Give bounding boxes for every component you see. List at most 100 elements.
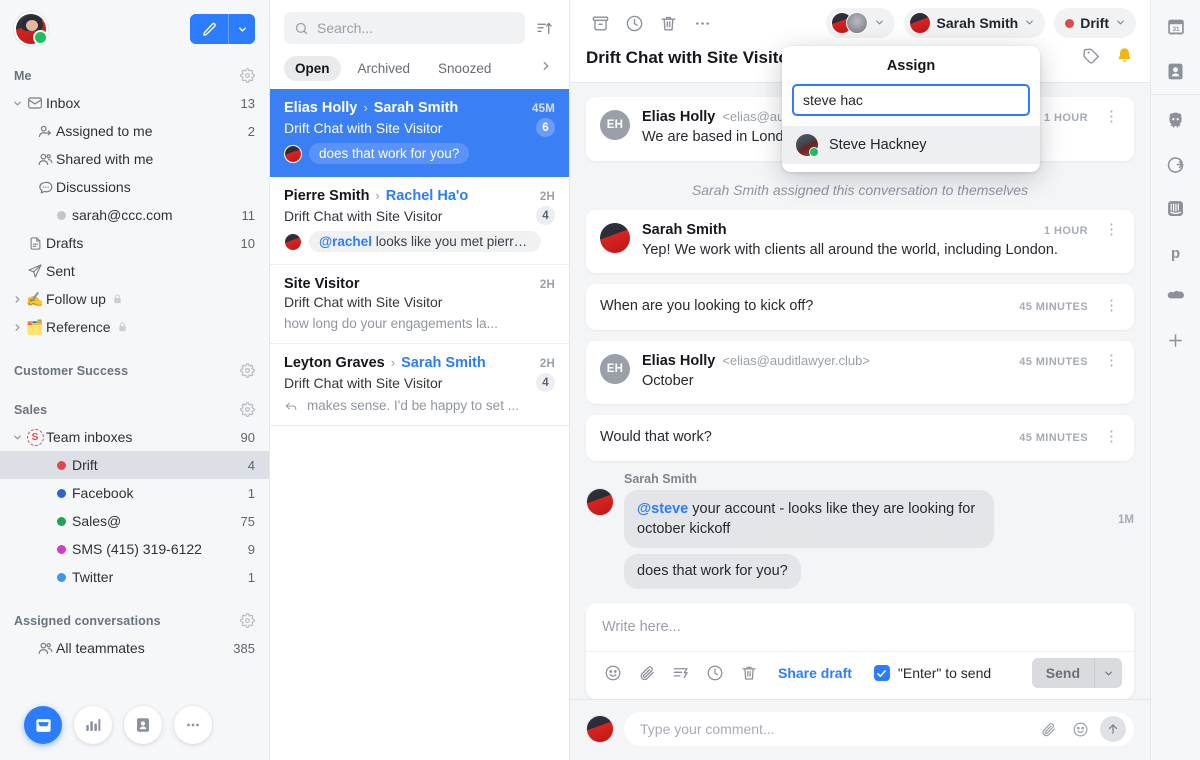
analytics-dock-button[interactable] <box>74 706 112 744</box>
sort-button[interactable] <box>533 17 555 39</box>
discard-button[interactable] <box>734 658 764 688</box>
conversation-participants: Elias Holly › Sarah Smith 45M <box>284 100 555 116</box>
participants-pill[interactable] <box>826 8 895 38</box>
sidebar-item-discussions[interactable]: Discussions <box>0 173 269 201</box>
conversation-arrow: › <box>391 355 395 370</box>
message-card[interactable]: EH Elias Holly <elias@auditlawyer.club> … <box>586 341 1134 405</box>
archive-button[interactable] <box>584 7 616 39</box>
compose-dropdown-button[interactable] <box>228 14 255 44</box>
list-tabs: Open Archived Snoozed <box>270 50 569 89</box>
gear-icon[interactable] <box>240 402 255 417</box>
intercom-icon <box>1165 198 1186 219</box>
compose-button[interactable] <box>190 14 228 44</box>
sidebar-item-shared-with-me[interactable]: Shared with me <box>0 145 269 173</box>
tab-snoozed[interactable]: Snoozed <box>427 56 502 81</box>
tag-button[interactable] <box>1082 46 1101 70</box>
contacts-dock-button[interactable] <box>124 706 162 744</box>
tab-open[interactable]: Open <box>284 56 341 81</box>
greenhouse-button[interactable] <box>1161 149 1191 179</box>
sidebar-item-team-inboxes[interactable]: S Team inboxes 90 <box>0 423 269 451</box>
conversation-list-item-3[interactable]: Site Visitor 2H Drift Chat with Site Vis… <box>270 265 569 344</box>
composer-input[interactable]: Write here... <box>586 603 1134 651</box>
sidebar-item-sales-at[interactable]: Sales@ 75 <box>0 507 269 535</box>
sidebar-item-drift[interactable]: Drift 4 <box>0 451 269 479</box>
sidebar-item-sent[interactable]: Sent <box>0 257 269 285</box>
snooze-button[interactable] <box>618 7 650 39</box>
internal-comment[interactable]: Sarah Smith @steve your account - looks … <box>586 472 1134 595</box>
send-options-button[interactable] <box>1094 658 1122 688</box>
sidebar-item-facebook[interactable]: Facebook 1 <box>0 479 269 507</box>
inbox-dock-button[interactable] <box>24 706 62 744</box>
more-dock-button[interactable] <box>174 706 212 744</box>
comment-emoji-button[interactable] <box>1068 717 1092 741</box>
conversation-list-item-2[interactable]: Pierre Smith › Rachel Ha'o 2H Drift Chat… <box>270 177 569 265</box>
schedule-button[interactable] <box>700 658 730 688</box>
inbox-pill[interactable]: Drift <box>1054 8 1136 38</box>
emoji-button[interactable] <box>598 658 628 688</box>
system-message: Sarah Smith assigned this conversation t… <box>586 172 1134 210</box>
message-card[interactable]: Sarah Smith 1 HOUR ⋮ Yep! We work with c… <box>586 210 1134 274</box>
comment-send-button[interactable] <box>1100 716 1126 742</box>
attachment-button[interactable] <box>632 658 662 688</box>
message-card[interactable]: Would that work? 45 MINUTES ⋮ <box>586 415 1134 461</box>
add-integration-button[interactable] <box>1161 325 1191 355</box>
calendar-button[interactable]: 31 <box>1161 12 1191 42</box>
pipedrive-button[interactable]: p <box>1161 237 1191 267</box>
salesforce-button[interactable] <box>1161 281 1191 311</box>
message-menu-button[interactable]: ⋮ <box>1095 353 1120 368</box>
trash-button[interactable] <box>652 7 684 39</box>
chevron-down-icon[interactable] <box>10 432 24 443</box>
sidebar-item-label: Team inboxes <box>46 429 233 445</box>
sidebar-item-sms[interactable]: SMS (415) 319-6122 9 <box>0 535 269 563</box>
message-menu-button[interactable]: ⋮ <box>1095 298 1120 313</box>
chevron-right-icon[interactable] <box>10 294 24 305</box>
conversation-list-item-1[interactable]: Elias Holly › Sarah Smith 45M Drift Chat… <box>270 89 569 177</box>
contact-card-button[interactable] <box>1161 56 1191 86</box>
tab-archived[interactable]: Archived <box>347 56 422 81</box>
message-menu-button[interactable]: ⋮ <box>1095 222 1120 237</box>
sidebar-item-drafts[interactable]: Drafts 10 <box>0 229 269 257</box>
more-options-button[interactable] <box>686 7 718 39</box>
send-button[interactable]: Send <box>1032 658 1094 688</box>
sidebar-item-twitter[interactable]: Twitter 1 <box>0 563 269 591</box>
comment-input[interactable] <box>640 721 1028 737</box>
sidebar-item-inbox[interactable]: Inbox 13 <box>0 89 269 117</box>
message-card[interactable]: When are you looking to kick off? 45 MIN… <box>586 284 1134 330</box>
enter-to-send-checkbox[interactable] <box>874 665 890 681</box>
conversation-list-item-4[interactable]: Leyton Graves › Sarah Smith 2H Drift Cha… <box>270 344 569 426</box>
sidebar-item-follow-up[interactable]: ✍️ Follow up <box>0 285 269 313</box>
message-menu-button[interactable]: ⋮ <box>1095 109 1120 124</box>
gear-icon[interactable] <box>240 363 255 378</box>
sidebar-item-sarah-ccc-com[interactable]: sarah@ccc.com 11 <box>0 201 269 229</box>
page-title: Drift Chat with Site Visitor <box>586 48 795 68</box>
search-input[interactable] <box>317 20 515 36</box>
gear-icon[interactable] <box>240 68 255 83</box>
sidebar-item-reference[interactable]: 🗂️ Reference <box>0 313 269 341</box>
chevron-down-icon[interactable] <box>10 98 24 109</box>
sidebar-item-count: 1 <box>248 570 255 585</box>
intercom-button[interactable] <box>1161 193 1191 223</box>
chevron-right-icon[interactable] <box>10 322 24 333</box>
search-box[interactable] <box>284 12 525 44</box>
hubspot-button[interactable] <box>1161 105 1191 135</box>
share-draft-button[interactable]: Share draft <box>778 665 852 681</box>
sidebar-item-assigned-to-me[interactable]: Assigned to me 2 <box>0 117 269 145</box>
tabs-more-button[interactable] <box>539 59 555 78</box>
enter-to-send-toggle[interactable]: "Enter" to send <box>874 665 991 681</box>
assign-search-input[interactable] <box>792 84 1030 116</box>
section-label: Customer Success <box>14 364 128 378</box>
canned-response-button[interactable] <box>666 658 696 688</box>
notification-button[interactable] <box>1115 46 1134 70</box>
schedule-clock-icon <box>706 664 724 682</box>
comment-attachment-button[interactable] <box>1036 717 1060 741</box>
sidebar-scroll[interactable]: Me Inbox 13 Assigned to me 2 Shared with… <box>0 0 269 660</box>
message-menu-button[interactable]: ⋮ <box>1095 429 1120 444</box>
gear-icon[interactable] <box>240 613 255 628</box>
assignee-pill[interactable]: Sarah Smith <box>904 8 1046 38</box>
user-avatar[interactable] <box>14 12 48 46</box>
sidebar-item-all-teammates[interactable]: All teammates 385 <box>0 634 269 660</box>
assign-option-steve-hackney[interactable]: Steve Hackney <box>782 126 1040 164</box>
sidebar-section-sales: Sales <box>0 384 269 423</box>
preview-avatar <box>284 233 302 251</box>
comment-box[interactable] <box>624 712 1134 746</box>
